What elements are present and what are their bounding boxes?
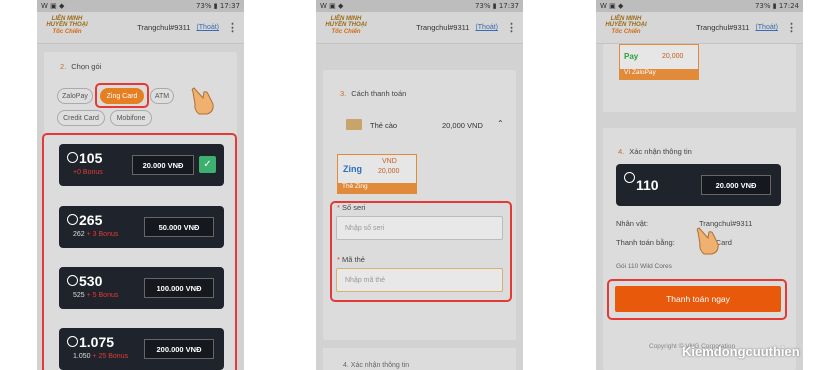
- method-atm[interactable]: ATM: [150, 88, 174, 104]
- screen-choose-package: W ▣ ◆ 73% ▮ 17:37 LIÊN MINH HUYỀN THOẠI Tốc…: [37, 0, 244, 370]
- zalopay-option[interactable]: Pay 20,000 Ví ZaloPay: [619, 44, 699, 80]
- pointing-hand-icon: [696, 227, 719, 255]
- more-menu-icon[interactable]: ⋮: [786, 21, 797, 34]
- payment-method-card: Pay 20,000 Ví ZaloPay: [603, 44, 796, 112]
- status-bar: W ▣ ◆ 73% ▮ 17:37: [37, 0, 244, 12]
- wild-core-icon: [67, 275, 78, 286]
- card-value: 20,000 VND: [442, 121, 483, 130]
- username: Trangchul#9311: [416, 23, 470, 32]
- wild-core-icon: [67, 214, 78, 225]
- logout-link[interactable]: (Thoát): [755, 24, 778, 31]
- method-credit-card[interactable]: Credit Card: [57, 110, 105, 126]
- code-label: * Mã thẻ: [337, 255, 365, 264]
- card-icon: [346, 119, 362, 130]
- package-item[interactable]: 105 +0 Bonus 20.000 VNĐ ✓: [59, 144, 224, 186]
- selected-package: 110 20.000 VNĐ: [616, 164, 781, 206]
- zing-card-option[interactable]: Zing VND 20,000 Thẻ Zing: [337, 154, 417, 194]
- more-menu-icon[interactable]: ⋮: [227, 21, 238, 34]
- more-menu-icon[interactable]: ⋮: [506, 21, 517, 34]
- logout-link[interactable]: (Thoát): [475, 24, 498, 31]
- section-title: 3. Cách thanh toán: [340, 89, 407, 98]
- check-icon: ✓: [199, 156, 216, 173]
- method-zalopay[interactable]: ZaloPay: [57, 88, 93, 104]
- highlight-zing: [95, 83, 149, 108]
- card-type[interactable]: Thẻ cào: [370, 121, 397, 130]
- username: Trangchul#9311: [137, 23, 191, 32]
- pay-now-button[interactable]: Thanh toán ngay: [615, 286, 781, 312]
- screen-payment-method: W ▣ ◆ 73% ▮ 17:37 LIÊN MINH HUYỀN THOẠI Tốc…: [316, 0, 523, 370]
- watermark: Kiemdongcuuthien: [682, 344, 800, 359]
- username: Trangchul#9311: [696, 23, 750, 32]
- pointing-hand-icon: [191, 87, 214, 115]
- zing-logo: Zing: [343, 164, 362, 174]
- method-mobifone[interactable]: Mobifone: [110, 110, 152, 126]
- package-price: 50.000 VNĐ: [144, 217, 214, 237]
- package-item[interactable]: 530 525 + 5 Bonus 100.000 VNĐ: [59, 267, 224, 309]
- package-price: 200.000 VNĐ: [144, 339, 214, 359]
- app-header: LIÊN MINH HUYỀN THOẠI Tốc Chiến Trangchul#…: [596, 12, 803, 44]
- app-header: LIÊN MINH HUYỀN THOẠI Tốc Chiến Trangchul#…: [316, 12, 523, 44]
- package-item[interactable]: 265 262 + 3 Bonus 50.000 VNĐ: [59, 206, 224, 248]
- game-logo[interactable]: LIÊN MINH HUYỀN THOẠI Tốc Chiến: [43, 16, 91, 40]
- package-item[interactable]: 1.075 1.050 + 25 Bonus 200.000 VNĐ: [59, 328, 224, 370]
- logout-link[interactable]: (Thoát): [196, 24, 219, 31]
- status-bar: W ▣ ◆ 73% ▮ 17:24: [596, 0, 803, 12]
- package-price: 100.000 VNĐ: [144, 278, 214, 298]
- package-price: 20.000 VNĐ: [132, 155, 194, 175]
- wild-core-icon: [67, 152, 78, 163]
- game-logo[interactable]: LIÊN MINH HUYỀN THOẠI Tốc Chiến: [602, 16, 650, 40]
- serial-label: * Số seri: [337, 203, 366, 212]
- status-bar: W ▣ ◆ 73% ▮ 17:37: [316, 0, 523, 12]
- code-input[interactable]: Nhập mã thẻ: [336, 268, 503, 292]
- game-logo[interactable]: LIÊN MINH HUYỀN THOẠI Tốc Chiến: [322, 16, 370, 40]
- section-title: 4. Xác nhận thông tin: [618, 147, 692, 156]
- wild-core-icon: [624, 172, 635, 183]
- serial-input[interactable]: Nhập số seri: [336, 216, 503, 240]
- wild-core-icon: [67, 336, 78, 347]
- next-section-card: 4. Xác nhận thông tin: [323, 348, 516, 370]
- app-header: LIÊN MINH HUYỀN THOẠI Tốc Chiến Trangchul#…: [37, 12, 244, 44]
- section-title: 2. Chọn gói: [60, 62, 102, 71]
- chevron-up-icon[interactable]: ⌃: [497, 119, 504, 128]
